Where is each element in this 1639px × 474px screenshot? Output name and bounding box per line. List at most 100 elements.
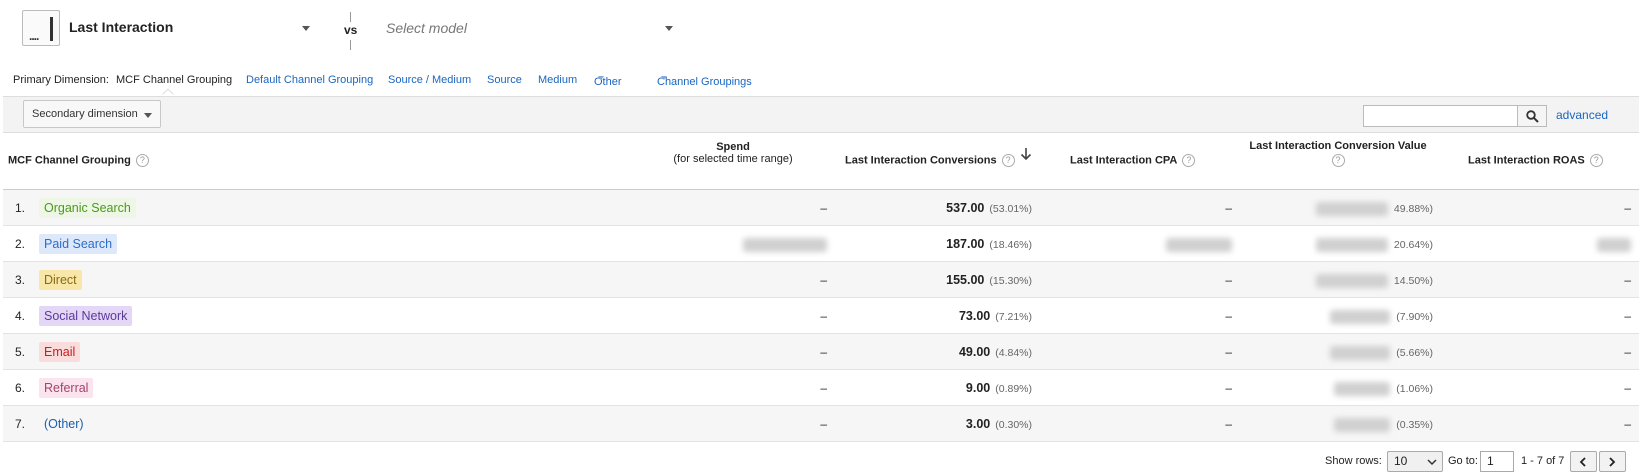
dimension-link-default-channel-grouping[interactable]: Default Channel Grouping: [246, 74, 373, 86]
pagination-footer: Show rows: 10 Go to: 1 1 - 7 of 7: [0, 448, 1639, 474]
model-name[interactable]: Last Interaction: [69, 19, 173, 35]
channel-cell: Referral: [39, 370, 94, 406]
conversion-value-percent: 14.50%): [1393, 275, 1433, 287]
help-icon[interactable]: ?: [1331, 154, 1345, 167]
redacted-value: [1315, 201, 1388, 216]
channel-link[interactable]: Referral: [39, 378, 94, 398]
dimension-link-medium[interactable]: Medium: [538, 74, 577, 86]
header-spend[interactable]: Spend (for selected time range): [668, 141, 798, 165]
redacted-value: [1166, 237, 1232, 252]
help-icon[interactable]: ?: [135, 154, 149, 167]
row-index: 7.: [15, 417, 26, 431]
header-cpa-label: Last Interaction CPA: [1070, 154, 1178, 167]
show-rows-value: 10: [1394, 454, 1408, 468]
header-spend-sublabel: (for selected time range): [673, 153, 793, 165]
help-icon[interactable]: ?: [1001, 154, 1015, 167]
primary-dimension-active: MCF Channel Grouping: [116, 74, 233, 86]
header-spend-label: Spend: [716, 141, 750, 153]
conversion-value-cell: (1.06%): [1293, 370, 1433, 406]
table-row: 5. Email – 49.00 (4.84%) – (5.66%) –: [3, 334, 1639, 370]
next-page-button[interactable]: [1599, 451, 1626, 472]
conversion-value-percent: (5.66%): [1396, 347, 1433, 359]
row-index: 2.: [15, 237, 26, 251]
secondary-dimension-button[interactable]: Secondary dimension: [23, 100, 161, 128]
redacted-value: [1315, 273, 1388, 288]
conversion-value-percent: (1.06%): [1396, 383, 1433, 395]
conversion-value-cell: (7.90%): [1293, 298, 1433, 334]
help-icon[interactable]: ?: [1589, 154, 1603, 167]
header-cpa[interactable]: Last Interaction CPA?: [1070, 154, 1196, 167]
header-roas[interactable]: Last Interaction ROAS?: [1468, 154, 1603, 167]
channel-link[interactable]: Organic Search: [39, 198, 136, 218]
redacted-value: [1334, 417, 1391, 432]
conversions-cell: 3.00 (0.30%): [836, 406, 1038, 442]
dimension-link-channel-groupings-label[interactable]: Channel Groupings: [657, 76, 752, 88]
vs-divider: [350, 40, 351, 50]
channel-cell: Organic Search: [39, 190, 136, 226]
header-channel-label: MCF Channel Grouping: [8, 154, 131, 167]
redacted-value: [1315, 237, 1388, 252]
dimension-link-source[interactable]: Source: [487, 74, 522, 86]
prev-page-button[interactable]: [1570, 451, 1597, 472]
chevron-left-icon: [1579, 457, 1586, 467]
channel-link[interactable]: Paid Search: [39, 234, 118, 254]
header-conversion-value-label: Last Interaction Conversion Value: [1249, 140, 1427, 152]
conversions-cell: 537.00 (53.01%): [836, 190, 1038, 226]
channel-cell: Email: [39, 334, 81, 370]
conversions-cell: 49.00 (4.84%): [836, 334, 1038, 370]
header-conversion-value[interactable]: Last Interaction Conversion Value ?: [1248, 140, 1428, 167]
conversions-percent: (0.30%): [995, 419, 1032, 431]
header-conversions[interactable]: Last Interaction Conversions?: [845, 154, 1015, 167]
table-row: 1. Organic Search – 537.00 (53.01%) – 49.…: [3, 190, 1639, 226]
channel-link[interactable]: (Other): [39, 414, 89, 434]
cpa-cell: –: [1225, 345, 1232, 359]
channel-link[interactable]: Social Network: [39, 306, 133, 326]
conversions-cell: 187.00 (18.46%): [836, 226, 1038, 262]
channel-link[interactable]: Direct: [39, 270, 82, 290]
model-dropdown-caret-icon[interactable]: [302, 26, 310, 31]
chevron-down-icon: [1427, 459, 1437, 466]
cpa-cell-redacted: [1166, 226, 1232, 262]
sort-down-arrow-icon[interactable]: [1020, 147, 1032, 161]
model-icon-bar: [50, 17, 53, 41]
chevron-right-icon: [1609, 457, 1616, 467]
conversions-value: 3.00: [965, 417, 991, 431]
row-index: 4.: [15, 309, 26, 323]
table-search-input[interactable]: [1363, 105, 1518, 127]
header-channel[interactable]: MCF Channel Grouping?: [8, 154, 149, 167]
cpa-cell: –: [1225, 417, 1232, 431]
redacted-value: [1330, 345, 1391, 360]
secondary-dimension-label: Secondary dimension: [32, 108, 138, 120]
help-icon[interactable]: ?: [1182, 154, 1196, 167]
conversions-value: 187.00: [946, 237, 985, 251]
conversions-percent: (7.21%): [995, 311, 1032, 323]
compare-model-caret-icon[interactable]: [665, 26, 673, 31]
table-body: 1. Organic Search – 537.00 (53.01%) – 49.…: [3, 190, 1639, 442]
spend-cell: –: [820, 309, 827, 323]
conversions-cell: 9.00 (0.89%): [836, 370, 1038, 406]
search-icon: [1526, 110, 1539, 123]
dimension-link-source-medium[interactable]: Source / Medium: [388, 74, 471, 86]
goto-label: Go to:: [1448, 455, 1478, 467]
goto-page-input[interactable]: 1: [1480, 451, 1514, 472]
conversions-value: 537.00: [946, 201, 985, 215]
compare-model-select[interactable]: Select model: [386, 20, 467, 36]
conversions-cell: 155.00 (15.30%): [836, 262, 1038, 298]
conversion-value-cell: (5.66%): [1293, 334, 1433, 370]
conversions-value: 49.00: [958, 345, 991, 359]
channel-link[interactable]: Email: [39, 342, 81, 362]
channel-cell: Social Network: [39, 298, 133, 334]
advanced-filter-link[interactable]: advanced: [1556, 108, 1608, 122]
attribution-model-bar: .... Last Interaction vs Select model: [0, 0, 1639, 64]
table-header: MCF Channel Grouping? Spend (for selecte…: [3, 133, 1639, 190]
roas-cell: –: [1624, 345, 1631, 359]
spend-cell: –: [820, 273, 827, 287]
roas-cell: –: [1624, 417, 1631, 431]
row-index: 1.: [15, 201, 26, 215]
spend-cell: –: [820, 417, 827, 431]
show-rows-select[interactable]: 10: [1387, 451, 1443, 472]
spend-cell-redacted: [743, 226, 827, 262]
search-button[interactable]: [1517, 105, 1547, 127]
cpa-cell: –: [1225, 273, 1232, 287]
conversions-percent: (0.89%): [995, 383, 1032, 395]
